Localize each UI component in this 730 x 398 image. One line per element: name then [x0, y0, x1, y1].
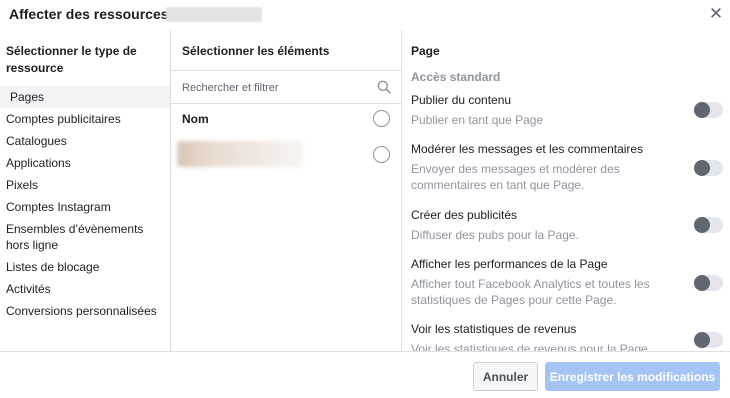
select-all-radio[interactable] — [373, 110, 390, 127]
search-input[interactable]: Rechercher et filtrer — [171, 70, 401, 104]
permission-moderate-messages: Modérer les messages et les commentaires… — [411, 141, 711, 193]
toggle-create-ads[interactable] — [694, 217, 723, 233]
permission-description: Diffuser des pubs pour la Page. — [411, 228, 579, 242]
resource-type-block-lists[interactable]: Listes de blocage — [0, 256, 170, 278]
permission-view-performance: Afficher les performances de la Page Aff… — [411, 256, 711, 308]
redacted-user-name — [166, 7, 262, 22]
resource-type-custom-conversions[interactable]: Conversions personnalisées — [0, 300, 170, 322]
permission-description: Publier en tant que Page — [411, 113, 544, 127]
resource-type-header: Sélectionner le type de ressource — [6, 44, 137, 75]
toggle-knob — [694, 160, 710, 176]
permission-revenue-stats: Voir les statistiques de revenus Voir le… — [411, 321, 711, 351]
permissions-header: Page — [411, 44, 440, 58]
select-all-row: Nom — [171, 104, 401, 134]
permission-title: Publier du contenu — [411, 93, 512, 107]
item-radio[interactable] — [373, 146, 390, 163]
resource-type-catalogs[interactable]: Catalogues — [0, 130, 170, 152]
resource-type-businesses[interactable]: Activités — [0, 278, 170, 300]
toggle-view-performance[interactable] — [694, 275, 723, 291]
search-icon[interactable] — [377, 80, 391, 94]
dialog-header: Affecter des ressources à ✕ — [0, 0, 730, 30]
save-button[interactable]: Enregistrer les modifications — [545, 362, 720, 391]
permission-title: Voir les statistiques de revenus — [411, 322, 577, 336]
toggle-revenue-stats[interactable] — [694, 332, 723, 348]
toggle-knob — [694, 217, 710, 233]
dialog-footer: Annuler Enregistrer les modifications — [0, 351, 730, 398]
close-icon[interactable]: ✕ — [706, 4, 726, 24]
resource-type-ad-accounts[interactable]: Comptes publicitaires — [0, 108, 170, 130]
resource-type-pages[interactable]: Pages — [0, 86, 170, 108]
toggle-publish-content[interactable] — [694, 102, 723, 118]
permission-title: Afficher les performances de la Page — [411, 257, 608, 271]
permission-description: Envoyer des messages et modérer des comm… — [411, 162, 620, 192]
standard-access-title: Accès standard — [411, 70, 501, 84]
resource-type-apps[interactable]: Applications — [0, 152, 170, 174]
list-item[interactable] — [171, 134, 401, 174]
resource-type-offline-events[interactable]: Ensembles d’évènements hors ligne — [0, 218, 170, 256]
resource-type-instagram[interactable]: Comptes Instagram — [0, 196, 170, 218]
permission-description: Afficher tout Facebook Analytics et tout… — [411, 277, 650, 307]
cancel-button[interactable]: Annuler — [473, 362, 538, 391]
resource-type-column: Sélectionner le type de ressource Pages … — [0, 30, 171, 351]
dialog-title: Affecter des ressources à — [9, 6, 181, 22]
resource-type-pixels[interactable]: Pixels — [0, 174, 170, 196]
name-column-label: Nom — [182, 112, 209, 126]
toggle-moderate-messages[interactable] — [694, 160, 723, 176]
permission-create-ads: Créer des publicités Diffuser des pubs p… — [411, 207, 711, 243]
permission-title: Modérer les messages et les commentaires — [411, 142, 644, 156]
permission-title: Créer des publicités — [411, 208, 518, 222]
permissions-column: Page Accès standard Publier du contenu P… — [402, 30, 730, 351]
search-placeholder: Rechercher et filtrer — [182, 82, 279, 94]
elements-column: Sélectionner les éléments Rechercher et … — [171, 30, 402, 351]
elements-header: Sélectionner les éléments — [182, 44, 330, 58]
toggle-knob — [694, 275, 710, 291]
resource-type-list: Pages Comptes publicitaires Catalogues A… — [0, 86, 170, 322]
toggle-knob — [694, 102, 710, 118]
permission-publish-content: Publier du contenu Publier en tant que P… — [411, 92, 711, 128]
redacted-page-name — [177, 141, 303, 167]
toggle-knob — [694, 332, 710, 348]
permission-description: Voir les statistiques de revenus pour la… — [411, 342, 652, 351]
